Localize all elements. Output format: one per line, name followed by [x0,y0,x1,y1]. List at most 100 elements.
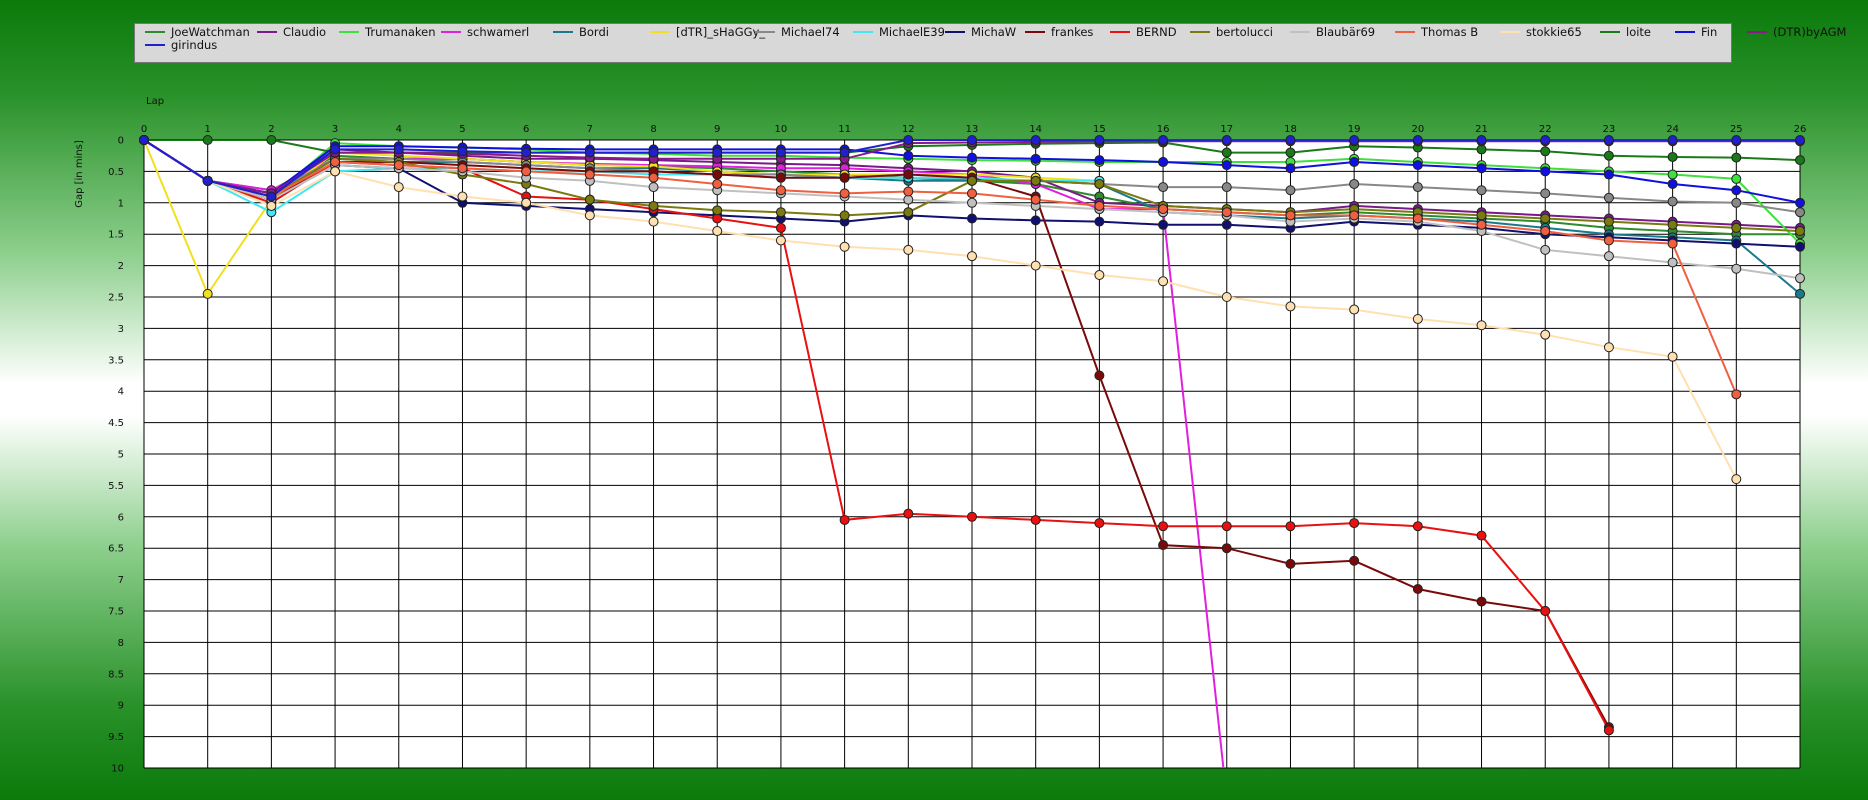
data-point-MichaW [1795,241,1805,252]
data-point-bertolucci [1667,219,1678,230]
data-point-stokkie65 [393,182,404,193]
data-point-Fin [1476,163,1487,174]
data-point-loite [1795,155,1805,166]
y-tick-label: 5.5 [108,481,124,492]
data-point-BERND [1540,606,1551,616]
y-tick-label: 0.5 [108,167,124,178]
x-tick-label: 4 [396,124,402,135]
data-point-loite [1476,144,1487,155]
data-point-BERND [1285,521,1296,532]
data-point-loite [1667,151,1678,162]
data-point-Thomas B [1731,389,1742,400]
data-point-Blaubär69 [1603,251,1614,262]
data-point-girindus [839,147,850,158]
data-point-Thomas B [648,172,659,183]
data-point-Fin [1540,166,1551,177]
data-point-girindus [967,135,977,145]
data-point-Blaubär69 [1731,263,1742,274]
data-point-Blaubär69 [903,194,914,205]
data-point-frankes [839,172,850,183]
data-point-Fin [1795,197,1805,208]
x-tick-label: 8 [650,124,656,135]
data-point-girindus [1030,135,1041,145]
data-point-bertolucci [648,200,659,211]
data-point-girindus [1158,135,1169,145]
data-point-MichaW [1030,215,1041,226]
data-point-stokkie65 [1667,351,1678,362]
x-tick-label: 3 [332,124,338,135]
x-tick-label: 13 [966,124,979,135]
data-point-Fin [903,150,914,161]
y-tick-label: 0 [118,136,124,147]
data-point-girindus [202,175,213,186]
data-point-stokkie65 [521,197,532,208]
data-point-stokkie65 [1030,260,1041,271]
data-point-stokkie65 [1158,276,1169,287]
data-point-Fin [1412,160,1423,171]
data-point-BERND [1349,518,1360,529]
x-tick-label: 2 [268,124,274,135]
data-point-Fin [1158,156,1169,167]
data-point-girindus [775,147,786,158]
data-point-frankes [1412,584,1423,595]
y-tick-label: 4 [118,387,124,398]
data-point-bertolucci [1540,213,1551,224]
x-tick-label: 11 [838,124,851,135]
data-point-Thomas B [584,169,595,180]
x-tick-label: 10 [775,124,788,135]
data-point-BERND [1221,521,1232,532]
data-point-frankes [712,169,723,180]
data-point-loite [266,135,277,145]
data-point-stokkie65 [1476,320,1487,331]
data-point-frankes [903,169,914,180]
data-point-girindus [584,147,595,158]
data-point-girindus [903,135,914,145]
data-point-girindus [1285,135,1296,145]
data-point-girindus [1349,135,1360,145]
data-point-BERND [1603,725,1614,736]
y-tick-label: 8.5 [108,669,124,680]
data-point-bertolucci [839,210,850,221]
data-point-MichaW [967,213,977,224]
data-point-girindus [1667,135,1678,145]
x-tick-label: 17 [1220,124,1233,135]
data-point-stokkie65 [330,166,341,177]
data-point-stokkie65 [457,191,468,202]
data-point-Thomas B [1667,238,1678,249]
data-point-girindus [457,146,468,157]
data-point-Thomas B [967,188,977,199]
data-point-Trumanaken [1667,169,1678,180]
data-point-Fin [1221,160,1232,171]
data-point-girindus [521,147,532,158]
data-point-girindus [712,147,723,158]
data-point-Thomas B [457,163,468,174]
data-point-Michael74 [1221,182,1232,193]
data-point-bertolucci [967,175,977,186]
data-point-Thomas B [1349,210,1360,221]
data-point-Fin [1731,185,1742,196]
x-tick-label: 0 [141,124,147,135]
data-point-BERND [775,222,786,233]
data-point-Thomas B [1030,194,1041,205]
data-point-girindus [393,144,404,155]
data-point-girindus [1540,135,1551,145]
data-point-Fin [1349,156,1360,167]
data-point-Fin [1094,155,1105,166]
data-point-stokkie65 [1094,270,1105,281]
data-point-Fin [967,152,977,163]
y-tick-label: 3 [118,324,124,335]
y-tick-label: 2.5 [108,293,124,304]
data-point-stokkie65 [1412,313,1423,324]
data-point-stokkie65 [1349,304,1360,315]
data-point-girindus [1412,135,1423,145]
data-point-bertolucci [712,205,723,216]
data-point-girindus [1603,135,1614,145]
data-point-Bordi [1795,288,1805,299]
data-point-bertolucci [1030,175,1041,186]
x-tick-label: 26 [1794,124,1807,135]
data-point-stokkie65 [775,235,786,246]
data-point-stokkie65 [903,244,914,255]
data-point-stokkie65 [712,226,723,237]
data-point-loite [1221,147,1232,158]
data-point-Thomas B [393,160,404,171]
